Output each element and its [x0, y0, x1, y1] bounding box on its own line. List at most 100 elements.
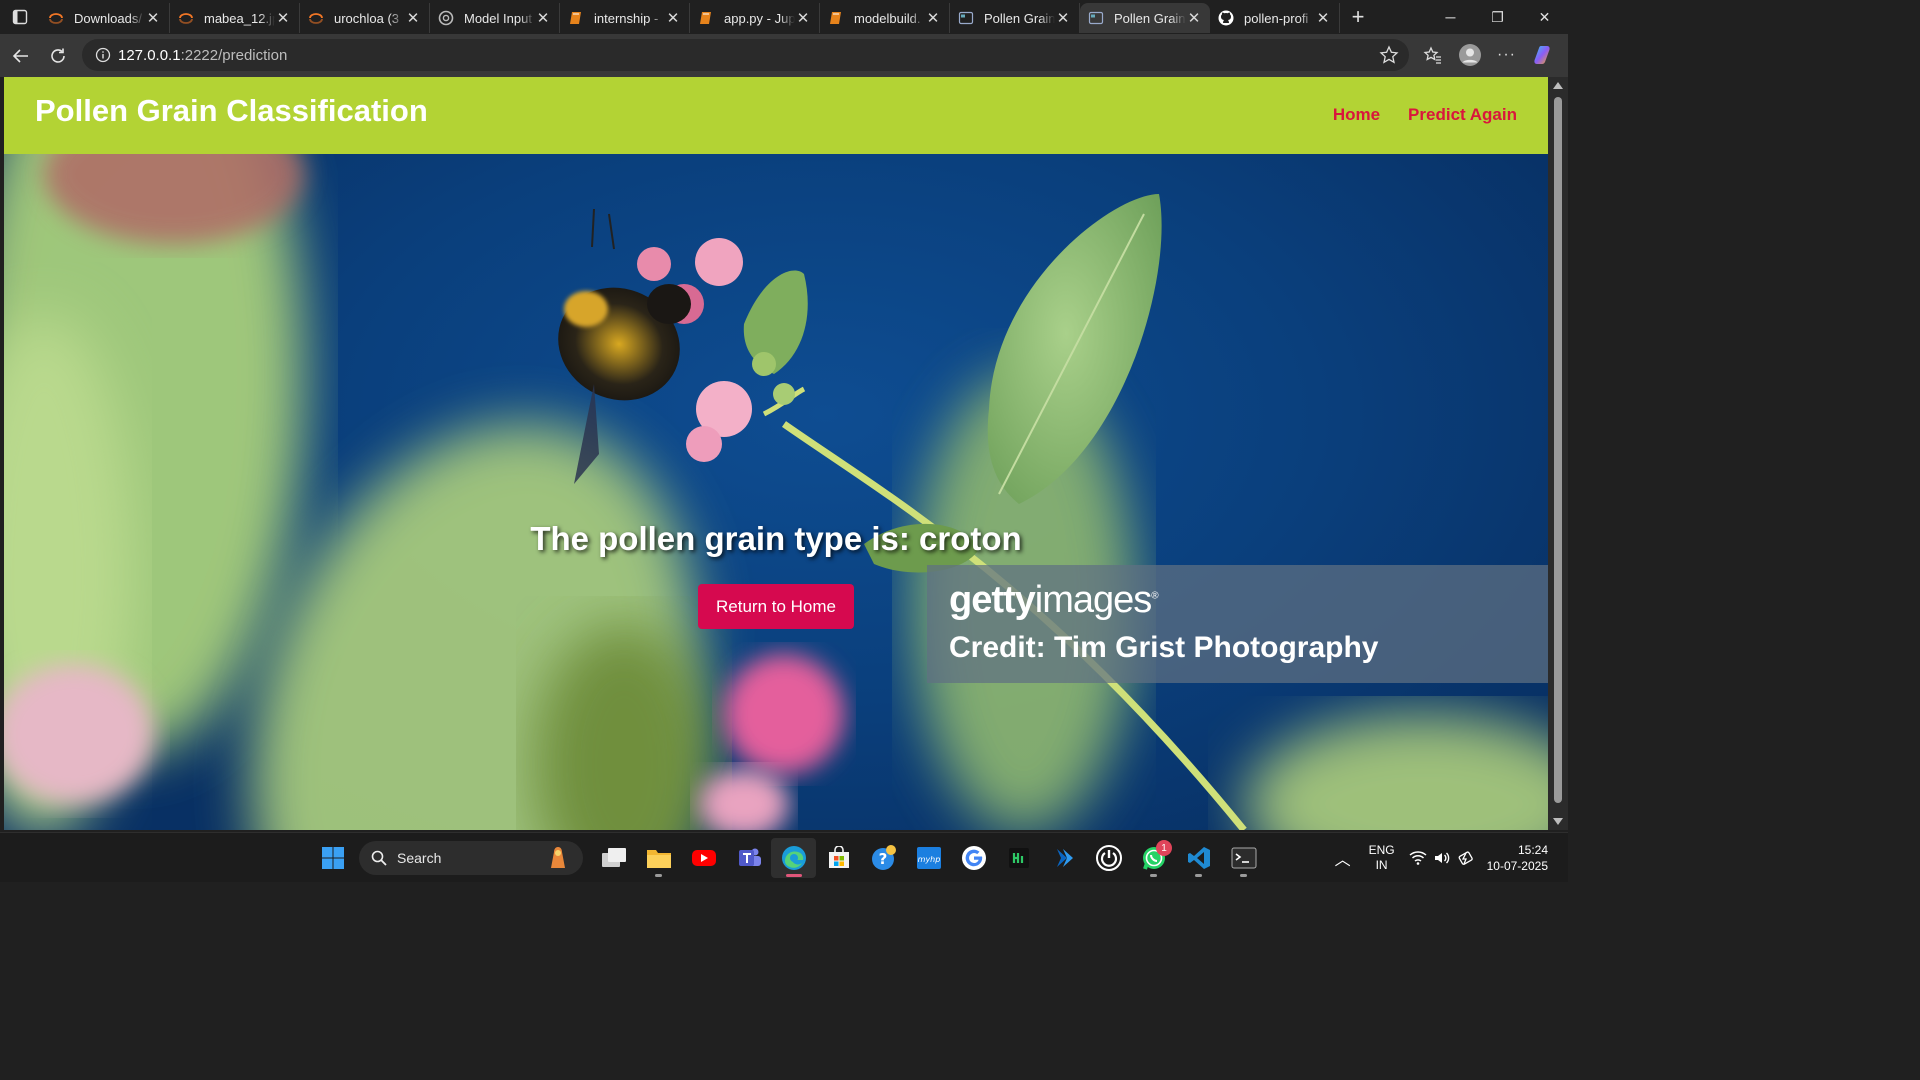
back-arrow-icon	[12, 48, 28, 63]
help-icon: ?	[871, 845, 896, 870]
tab-title: mabea_12.jp	[204, 10, 275, 26]
favorite-star-icon[interactable]	[1379, 45, 1399, 70]
window-controls: ─ ❐ ✕	[1427, 0, 1568, 34]
scroll-down-arrow-icon[interactable]	[1553, 818, 1563, 825]
scroll-thumb[interactable]	[1554, 97, 1562, 803]
hackerrank-button[interactable]	[996, 838, 1041, 878]
browser-tab[interactable]: Model Input ✕	[430, 3, 560, 33]
language-code: ENG	[1368, 843, 1395, 857]
clock[interactable]: 15:24 10-07-2025	[1487, 842, 1548, 874]
close-icon[interactable]: ✕	[275, 9, 291, 27]
more-icon: ···	[1497, 46, 1516, 63]
close-icon[interactable]: ✕	[405, 9, 421, 27]
tab-title: Pollen Grain	[984, 10, 1055, 26]
task-view-button[interactable]	[591, 838, 636, 878]
new-tab-button[interactable]: +	[1340, 0, 1376, 34]
reload-button[interactable]	[39, 38, 76, 74]
power-app-button[interactable]	[1086, 838, 1131, 878]
profile-button[interactable]	[1451, 37, 1488, 73]
teams-button[interactable]	[726, 838, 771, 878]
browser-tab[interactable]: Pollen Grain ✕	[950, 3, 1080, 33]
power-automate-icon	[1056, 849, 1073, 867]
page-scrollbar[interactable]	[1548, 77, 1568, 830]
tab-title: modelbuild.	[854, 10, 921, 26]
edge-button[interactable]	[771, 838, 816, 878]
browser-tab[interactable]: modelbuild. ✕	[820, 3, 950, 33]
browser-tab[interactable]: pollen-profi ✕	[1210, 3, 1340, 33]
tab-title: urochloa (3	[334, 10, 400, 26]
show-hidden-icons-chevron-icon[interactable]: ︿	[1335, 846, 1351, 870]
restore-button[interactable]: ❐	[1474, 0, 1521, 34]
terminal-button[interactable]	[1221, 838, 1266, 878]
get-help-button[interactable]: ?	[861, 838, 906, 878]
jupyter-icon	[178, 10, 194, 26]
browser-tab[interactable]: internship - ✕	[560, 3, 690, 33]
browser-tab[interactable]: urochloa (3 ✕	[300, 3, 430, 33]
scroll-up-arrow-icon[interactable]	[1553, 82, 1563, 89]
clock-date: 10-07-2025	[1486, 859, 1548, 873]
browser-tab[interactable]: Downloads/✕	[40, 3, 170, 33]
google-button[interactable]	[951, 838, 996, 878]
page-viewport: The pollen grain type is: croton Return …	[4, 77, 1548, 830]
language-indicator[interactable]: ENG IN	[1369, 843, 1395, 873]
tab-actions-button[interactable]	[0, 0, 40, 34]
myhp-button[interactable]: myhp	[906, 838, 951, 878]
jupyter-icon	[308, 10, 324, 26]
favorites-button[interactable]	[1414, 37, 1451, 73]
edge-icon	[781, 846, 806, 870]
nav-predict-again-link[interactable]: Predict Again	[1408, 105, 1517, 125]
search-icon	[371, 850, 387, 866]
page-icon	[958, 10, 974, 26]
language-region: IN	[1375, 858, 1388, 872]
nav-home-link[interactable]: Home	[1333, 105, 1380, 125]
tab-title: app.py - Jup	[724, 10, 795, 26]
power-automate-button[interactable]	[1041, 838, 1086, 878]
url-path: :2222/prediction	[180, 46, 288, 64]
close-icon[interactable]: ✕	[1186, 9, 1202, 27]
close-icon[interactable]: ✕	[795, 9, 811, 27]
vscode-button[interactable]	[1176, 838, 1221, 878]
svg-text:?: ?	[878, 850, 887, 868]
tab-title: Model Input	[464, 10, 532, 26]
copilot-button[interactable]	[1525, 37, 1562, 73]
site-brand-title: Pollen Grain Classification	[35, 93, 428, 128]
close-icon[interactable]: ✕	[145, 9, 161, 27]
youtube-button[interactable]	[681, 838, 726, 878]
tab-title: pollen-profi	[1244, 10, 1309, 26]
back-button[interactable]	[2, 38, 39, 74]
close-icon[interactable]: ✕	[535, 9, 551, 27]
github-icon	[1218, 10, 1234, 26]
microsoft-store-button[interactable]	[816, 838, 861, 878]
return-to-home-button[interactable]: Return to Home	[698, 584, 854, 629]
url-text: 127.0.0.1:2222/prediction	[118, 47, 287, 64]
clock-time: 15:24	[1517, 843, 1548, 857]
taskbar-search-box[interactable]: Search	[359, 841, 583, 875]
file-explorer-button[interactable]	[636, 838, 681, 878]
youtube-icon	[691, 850, 716, 866]
close-icon[interactable]: ✕	[1315, 9, 1331, 27]
quick-settings-button[interactable]	[1409, 850, 1475, 866]
start-button[interactable]	[310, 838, 355, 878]
book-icon	[698, 10, 714, 26]
settings-more-button[interactable]: ···	[1488, 37, 1525, 73]
close-window-button[interactable]: ✕	[1521, 0, 1568, 34]
close-icon[interactable]: ✕	[1055, 9, 1071, 27]
whatsapp-button[interactable]: 1	[1131, 838, 1176, 878]
minimize-button[interactable]: ─	[1427, 0, 1474, 34]
watermark-logo-bold: getty	[949, 579, 1036, 621]
site-info-icon[interactable]	[88, 47, 118, 63]
close-icon[interactable]: ✕	[925, 9, 941, 27]
book-icon	[568, 10, 584, 26]
browser-tab[interactable]: app.py - Jup ✕	[690, 3, 820, 33]
address-bar[interactable]: 127.0.0.1:2222/prediction	[82, 39, 1409, 71]
nav-links: Home Predict Again	[1333, 105, 1517, 125]
browser-tab[interactable]: Pollen Grain ✕	[1080, 3, 1210, 33]
avatar	[1458, 44, 1481, 66]
watermark-credit: Credit: Tim Grist Photography	[949, 631, 1379, 664]
tab-actions-icon	[12, 9, 28, 25]
browser-tab[interactable]: mabea_12.jp ✕	[170, 3, 300, 33]
search-highlight-icon	[551, 847, 565, 868]
search-placeholder: Search	[397, 850, 442, 866]
close-icon[interactable]: ✕	[665, 9, 681, 27]
prediction-result-text: The pollen grain type is: croton	[530, 520, 1022, 557]
